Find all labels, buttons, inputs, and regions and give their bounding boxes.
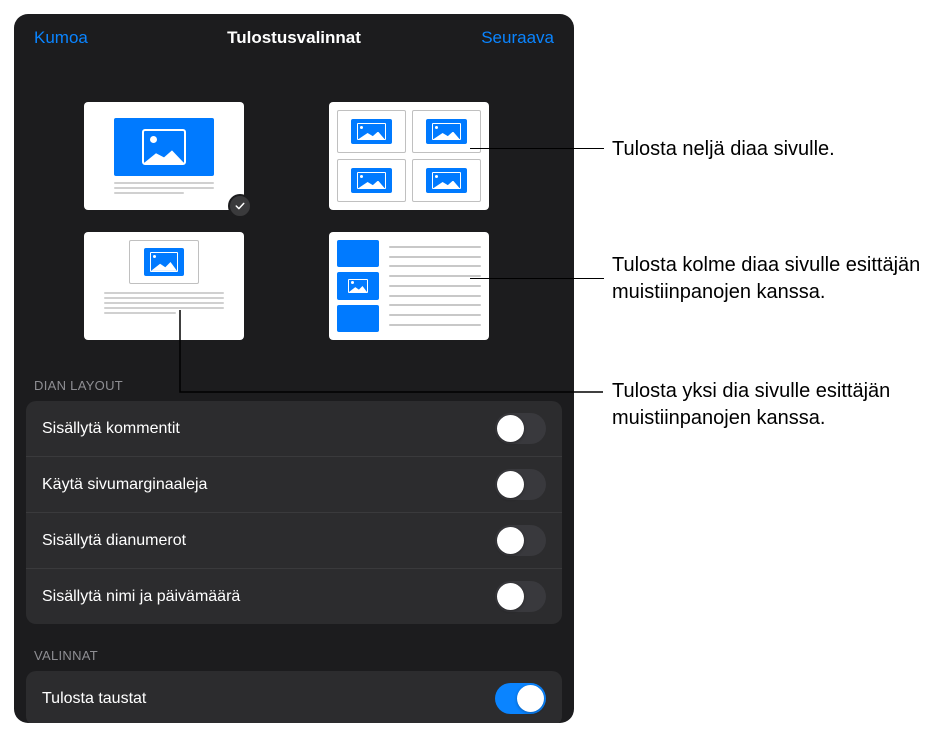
callout-three-slides-notes: Tulosta kolme diaa sivulle esittäjän mui… — [612, 252, 932, 306]
selected-checkmark-icon — [228, 194, 252, 218]
toggle-switch[interactable] — [495, 683, 546, 714]
setting-label: Tulosta taustat — [42, 690, 146, 708]
layout-single-slide[interactable] — [84, 102, 244, 210]
toggle-switch[interactable] — [495, 581, 546, 612]
toggle-page-margins: Käytä sivumarginaaleja — [26, 457, 562, 513]
section-header-layout: DIAN LAYOUT — [14, 370, 574, 401]
layout-options-grid — [14, 62, 574, 370]
toggle-print-backgrounds: Tulosta taustat — [26, 671, 562, 723]
setting-label: Sisällytä dianumerot — [42, 532, 186, 550]
callout-four-slides: Tulosta neljä diaa sivulle. — [612, 136, 835, 163]
print-options-panel: Kumoa Tulostusvalinnat Seuraava — [14, 14, 574, 723]
setting-label: Käytä sivumarginaaleja — [42, 476, 207, 494]
layout-settings-list: Sisällytä kommentit Käytä sivumarginaale… — [26, 401, 562, 624]
toggle-switch[interactable] — [495, 525, 546, 556]
layout-three-slides-notes[interactable] — [329, 232, 489, 340]
toggle-name-date: Sisällytä nimi ja päivämäärä — [26, 569, 562, 624]
cancel-button[interactable]: Kumoa — [34, 28, 88, 48]
toggle-switch[interactable] — [495, 413, 546, 444]
panel-header: Kumoa Tulostusvalinnat Seuraava — [14, 14, 574, 62]
setting-label: Sisällytä kommentit — [42, 420, 180, 438]
one-slide-notes-icon — [92, 240, 236, 332]
picture-icon — [142, 129, 186, 165]
callout-one-slide-notes: Tulosta yksi dia sivulle esittäjän muist… — [612, 378, 932, 432]
three-slides-notes-icon — [337, 240, 481, 332]
callout-line — [470, 148, 604, 149]
four-grid-icon — [337, 110, 481, 202]
text-lines-icon — [114, 182, 214, 194]
options-settings-list: Tulosta taustat — [26, 671, 562, 723]
panel-title: Tulostusvalinnat — [227, 28, 361, 48]
next-button[interactable]: Seuraava — [481, 28, 554, 48]
section-header-options: VALINNAT — [14, 640, 574, 671]
layout-one-slide-notes[interactable] — [84, 232, 244, 340]
layout-four-slides[interactable] — [329, 102, 489, 210]
callout-line — [470, 278, 604, 279]
slide-preview-icon — [114, 118, 214, 176]
setting-label: Sisällytä nimi ja päivämäärä — [42, 588, 240, 606]
toggle-switch[interactable] — [495, 469, 546, 500]
toggle-include-comments: Sisällytä kommentit — [26, 401, 562, 457]
toggle-slide-numbers: Sisällytä dianumerot — [26, 513, 562, 569]
